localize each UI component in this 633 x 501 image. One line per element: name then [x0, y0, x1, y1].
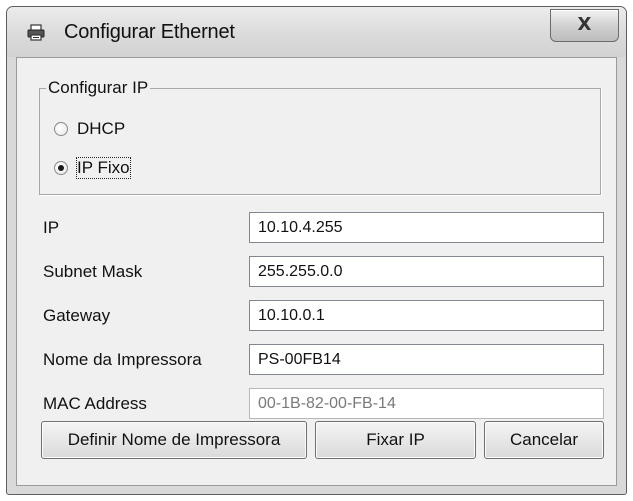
- configurar-ip-legend: Configurar IP: [46, 78, 151, 97]
- cancel-button[interactable]: Cancelar: [484, 421, 604, 459]
- dialog-body: Configurar IP DHCP IP Fixo IP Subnet Mas…: [16, 57, 617, 486]
- subnet-mask-label: Subnet Mask: [43, 262, 143, 281]
- gateway-label: Gateway: [43, 306, 111, 325]
- gateway-field[interactable]: [249, 300, 604, 331]
- mac-address-label: MAC Address: [43, 394, 147, 413]
- radio-dhcp-label[interactable]: DHCP: [77, 119, 125, 139]
- mac-address-field: [249, 388, 604, 419]
- radio-dhcp-button[interactable]: [54, 122, 68, 136]
- close-button[interactable]: X: [550, 9, 619, 42]
- radio-selected-dot: [58, 165, 64, 171]
- subnet-mask-field[interactable]: [249, 256, 604, 287]
- radio-ip-fixo-button[interactable]: [54, 161, 68, 175]
- window-title: Configurar Ethernet: [64, 21, 235, 43]
- ip-label: IP: [43, 218, 60, 237]
- printer-name-field[interactable]: [249, 344, 604, 375]
- printer-icon: [27, 24, 45, 41]
- title-bar[interactable]: Configurar Ethernet X: [7, 7, 626, 57]
- ip-field[interactable]: [249, 212, 604, 243]
- set-printer-name-button[interactable]: Definir Nome de Impressora: [41, 421, 307, 459]
- configurar-ip-groupbox: [39, 88, 601, 195]
- close-icon: X: [577, 14, 592, 35]
- fix-ip-button[interactable]: Fixar IP: [315, 421, 476, 459]
- configurar-ethernet-dialog: Configurar Ethernet X Configurar IP DHCP…: [6, 6, 627, 495]
- radio-ip-fixo-label[interactable]: IP Fixo: [76, 157, 131, 179]
- printer-name-label: Nome da Impressora: [43, 350, 202, 369]
